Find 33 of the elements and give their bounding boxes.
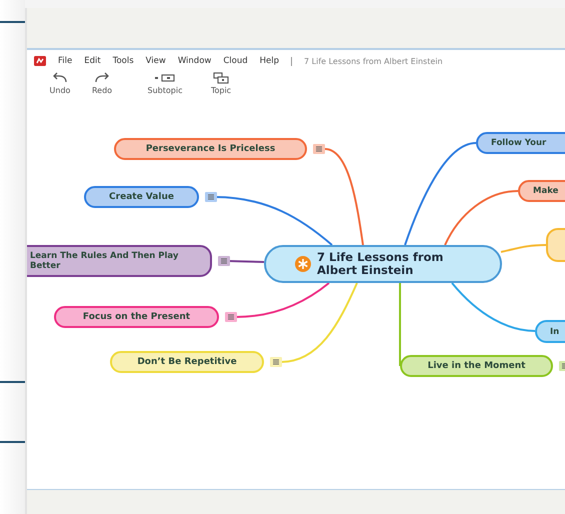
- asterisk-icon: [295, 256, 311, 272]
- menu-item[interactable]: Cloud: [223, 56, 248, 66]
- topic-node[interactable]: Make: [518, 180, 565, 202]
- topic-icon: [213, 72, 229, 84]
- menu-item[interactable]: Tools: [112, 56, 134, 66]
- note-icon[interactable]: [270, 357, 282, 367]
- menu-item[interactable]: File: [58, 56, 72, 66]
- topic-node[interactable]: Don’t Be Repetitive: [110, 351, 264, 373]
- topic-node[interactable]: Perseverance Is Priceless: [114, 138, 307, 160]
- topic-node[interactable]: Focus on the Present: [54, 306, 219, 328]
- menu-item[interactable]: Help: [260, 56, 280, 66]
- note-icon[interactable]: [225, 312, 237, 322]
- note-icon[interactable]: [205, 192, 217, 202]
- topic-node[interactable]: Create Value: [84, 186, 199, 208]
- toolbar-button[interactable]: Redo: [84, 72, 120, 102]
- topic-node[interactable]: Live in the Moment: [400, 355, 553, 377]
- toolbar-button[interactable]: Subtopic: [140, 72, 190, 102]
- note-icon[interactable]: [218, 256, 230, 266]
- menu-item[interactable]: Edit: [84, 56, 101, 66]
- note-icon[interactable]: [313, 144, 325, 154]
- document-title: 7 Life Lessons from Albert Einstein: [304, 56, 443, 66]
- undo-icon: [52, 72, 68, 84]
- topic-node[interactable]: Learn The Rules And Then Play Better: [27, 245, 212, 277]
- topic-node[interactable]: In: [535, 320, 565, 343]
- central-topic-label: 7 Life Lessons from Albert Einstein: [317, 251, 444, 277]
- toolbar-button[interactable]: Undo: [42, 72, 78, 102]
- subtopic-icon: [154, 72, 176, 84]
- menu-item[interactable]: Window: [178, 56, 212, 66]
- central-topic[interactable]: 7 Life Lessons from Albert Einstein: [264, 245, 502, 283]
- toolbar-button[interactable]: Topic: [196, 72, 246, 102]
- redo-icon: [94, 72, 110, 84]
- topic-node[interactable]: Follow Your: [476, 132, 565, 154]
- menu-item[interactable]: View: [146, 56, 166, 66]
